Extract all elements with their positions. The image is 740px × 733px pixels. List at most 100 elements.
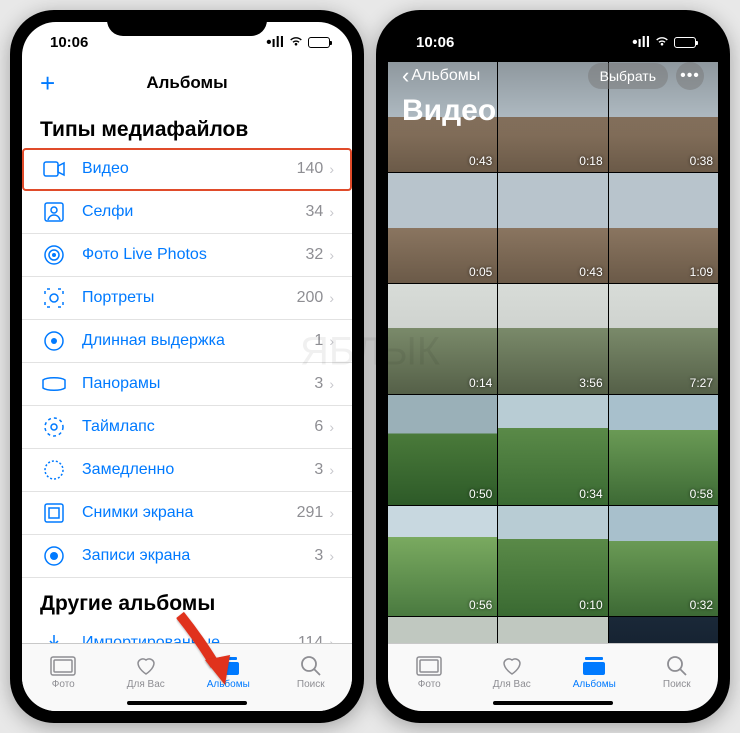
list-row[interactable]: Длинная выдержка1 ›	[22, 320, 352, 363]
slomo-icon	[40, 459, 68, 481]
video-thumbnail[interactable]: 1:09	[609, 173, 718, 283]
wifi-icon	[288, 34, 304, 51]
back-label: Альбомы	[411, 67, 480, 85]
video-duration: 0:10	[579, 598, 602, 612]
list-row[interactable]: Замедленно3›	[22, 449, 352, 492]
tab-foryou[interactable]: Для Вас	[105, 644, 188, 697]
tab-search[interactable]: Поиск	[270, 644, 353, 697]
row-label: Видео	[82, 160, 297, 178]
video-grid[interactable]: 0:430:180:380:050:431:090:143:567:270:50…	[388, 62, 718, 643]
video-duration: 0:38	[690, 154, 713, 168]
video-thumbnail[interactable]: 0:56	[388, 506, 497, 616]
chevron-right-icon: ›	[329, 333, 334, 349]
navbar: + Альбомы	[22, 62, 352, 104]
video-thumbnail[interactable]: 0:43	[498, 173, 607, 283]
content[interactable]: Типы медиафайлов Видео140›Селфи34›Фото L…	[22, 104, 352, 643]
select-button[interactable]: Выбрать	[588, 63, 668, 89]
row-count: 114	[298, 634, 324, 643]
tab-albums[interactable]: Альбомы	[553, 644, 636, 697]
row-label: Импортированные	[82, 634, 298, 643]
row-count: 34	[306, 203, 324, 221]
video-thumbnail[interactable]: 0:34	[498, 395, 607, 505]
add-button[interactable]: +	[40, 68, 55, 99]
row-label: Панорамы	[82, 375, 314, 393]
albums-icon	[581, 655, 607, 677]
list-row[interactable]: Панорамы3 ›	[22, 363, 352, 406]
video-thumbnail[interactable]: 0:58	[609, 395, 718, 505]
import-icon	[40, 632, 68, 643]
row-count: 200	[297, 289, 324, 307]
status-time: 10:06	[416, 34, 454, 51]
list-row[interactable]: Снимки экрана291›	[22, 492, 352, 535]
tab-photos[interactable]: Фото	[388, 644, 471, 697]
video-duration: 1:09	[690, 265, 713, 279]
chevron-left-icon: ‹	[402, 63, 409, 89]
tab-search[interactable]: Поиск	[636, 644, 719, 697]
home-indicator[interactable]	[493, 701, 613, 705]
screenshot-icon	[40, 502, 68, 524]
wifi-icon	[654, 34, 670, 51]
row-count: 291	[297, 504, 324, 522]
list-row[interactable]: Фото Live Photos32›	[22, 234, 352, 277]
list-row[interactable]: Импортированные114›	[22, 622, 352, 643]
video-thumbnail[interactable]: 3:56	[498, 284, 607, 394]
search-icon	[298, 655, 324, 677]
foryou-icon	[499, 655, 525, 677]
video-duration: 0:43	[579, 265, 602, 279]
video-duration: 0:14	[469, 376, 492, 390]
video-thumbnail[interactable]: 7:27	[609, 284, 718, 394]
live-icon	[40, 244, 68, 266]
timelapse-icon	[40, 416, 68, 438]
albums-icon	[215, 655, 241, 677]
notch	[107, 10, 267, 36]
list-row[interactable]: Портреты200›	[22, 277, 352, 320]
row-count: 1	[314, 332, 323, 350]
row-count: 3	[314, 375, 323, 393]
signal-icon: •ıll	[632, 34, 650, 51]
video-thumbnail[interactable]: 0:10	[498, 506, 607, 616]
section-other-albums: Другие альбомы	[22, 578, 352, 622]
tab-label: Поиск	[297, 679, 325, 690]
tab-label: Фото	[418, 679, 441, 690]
home-indicator[interactable]	[127, 701, 247, 705]
photos-icon	[50, 655, 76, 677]
back-button[interactable]: ‹ Альбомы	[402, 63, 480, 89]
tab-label: Для Вас	[493, 679, 531, 690]
row-count: 3	[314, 547, 323, 565]
tab-albums[interactable]: Альбомы	[187, 644, 270, 697]
list-row[interactable]: Видео140›	[22, 148, 352, 191]
tab-foryou[interactable]: Для Вас	[471, 644, 554, 697]
photos-icon	[416, 655, 442, 677]
video-duration: 0:32	[690, 598, 713, 612]
row-label: Селфи	[82, 203, 306, 221]
status-time: 10:06	[50, 34, 88, 51]
list-row[interactable]: Записи экрана3›	[22, 535, 352, 578]
more-button[interactable]: •••	[676, 62, 704, 90]
video-duration: 0:56	[469, 598, 492, 612]
tab-photos[interactable]: Фото	[22, 644, 105, 697]
navbar-title: Альбомы	[146, 73, 227, 93]
screen-left: 10:06 •ıll + Альбомы Типы медиафайлов Ви…	[22, 22, 352, 711]
row-label: Длинная выдержка	[82, 332, 314, 350]
page-title: Видео	[402, 94, 704, 128]
tab-label: Альбомы	[573, 679, 616, 690]
notch	[473, 10, 633, 36]
list-row[interactable]: Таймлапс6›	[22, 406, 352, 449]
video-thumbnail[interactable]: 0:50	[388, 395, 497, 505]
video-duration: 7:27	[690, 376, 713, 390]
battery-icon	[674, 37, 696, 48]
chevron-right-icon: ›	[329, 204, 334, 220]
chevron-right-icon: ›	[329, 290, 334, 306]
chevron-right-icon: ›	[329, 161, 334, 177]
video-duration: 0:43	[469, 154, 492, 168]
video-thumbnail[interactable]: 0:32	[609, 506, 718, 616]
phone-right: 10:06 •ıll 0:430:180:380:050:431:090:143…	[376, 10, 730, 723]
chevron-right-icon: ›	[329, 376, 334, 392]
list-row[interactable]: Селфи34 ›	[22, 191, 352, 234]
video-duration: 0:50	[469, 487, 492, 501]
video-thumbnail[interactable]: 0:05	[388, 173, 497, 283]
video-duration: 3:56	[579, 376, 602, 390]
status-indicators: •ıll	[632, 34, 696, 51]
ellipsis-icon: •••	[680, 67, 700, 85]
video-thumbnail[interactable]: 0:14	[388, 284, 497, 394]
